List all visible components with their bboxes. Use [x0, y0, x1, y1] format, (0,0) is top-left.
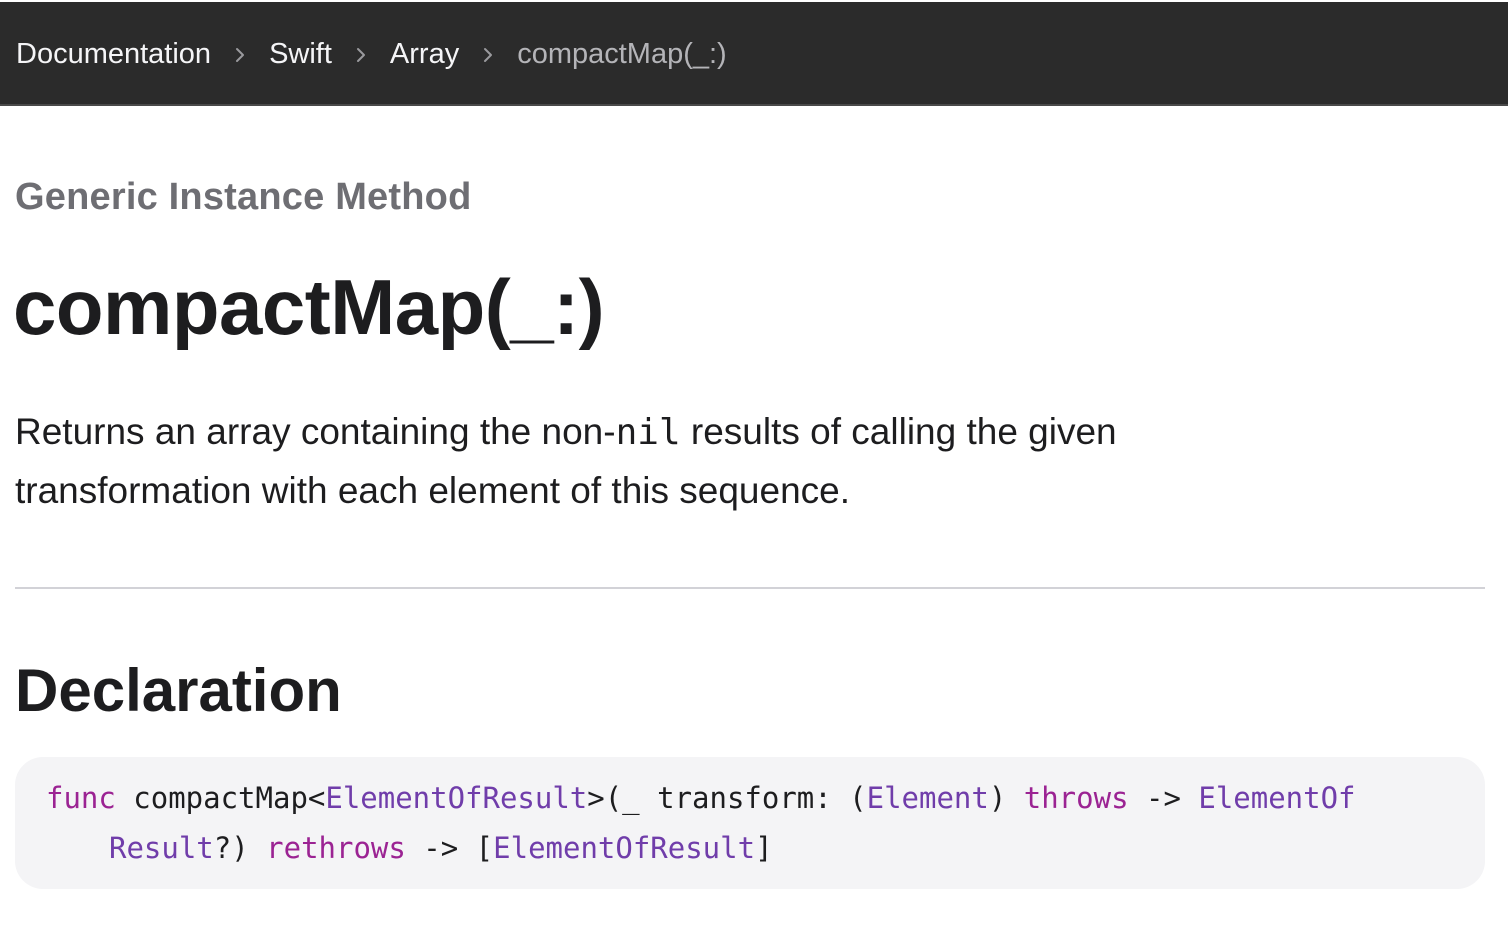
breadcrumb-array[interactable]: Array	[390, 38, 459, 71]
arrow-bracket: -> [	[405, 831, 494, 865]
chevron-right-icon	[332, 41, 390, 67]
page-title: compactMap(_:)	[13, 263, 605, 351]
keyword-rethrows: rethrows	[266, 831, 406, 865]
breadcrumb-current: compactMap(_:)	[517, 37, 727, 70]
abstract: Returns an array containing the non-nil …	[15, 403, 1255, 520]
return-type-part-2[interactable]: Result	[109, 831, 214, 865]
paren-close: )	[988, 781, 1024, 815]
section-divider	[15, 587, 1485, 589]
result-type[interactable]: ElementOfResult	[493, 831, 755, 865]
declaration-line-1: func compactMap<ElementOfResult>(_ trans…	[46, 781, 1356, 815]
optional-marker: ?)	[213, 831, 267, 865]
breadcrumb-documentation[interactable]: Documentation	[16, 38, 211, 71]
declaration-code-block: func compactMap<ElementOfResult>(_ trans…	[15, 757, 1485, 889]
chevron-right-icon	[211, 41, 269, 67]
keyword-func: func	[46, 781, 116, 815]
arrow: ->	[1128, 781, 1199, 815]
breadcrumb: Documentation Swift Array compactMap(_:)	[16, 2, 727, 106]
return-type-part-1[interactable]: ElementOf	[1198, 781, 1355, 815]
bracket-close: ]	[755, 831, 773, 865]
declaration-heading: Declaration	[15, 657, 342, 724]
symbol-kind-eyebrow: Generic Instance Method	[15, 176, 472, 218]
parameter-type[interactable]: Element	[867, 781, 989, 815]
top-navigation-bar: Documentation Swift Array compactMap(_:)	[0, 2, 1508, 106]
abstract-text-start: Returns an array containing the non-	[15, 411, 616, 452]
declaration-line-2: Result?) rethrows -> [ElementOfResult]	[109, 831, 773, 865]
breadcrumb-swift[interactable]: Swift	[269, 38, 332, 71]
parameter-label: >(_ transform: (	[587, 781, 867, 815]
function-name: compactMap<	[115, 781, 326, 815]
keyword-throws: throws	[1023, 781, 1129, 815]
generic-parameter[interactable]: ElementOfResult	[325, 781, 587, 815]
chevron-right-icon	[459, 41, 517, 67]
abstract-inline-code: nil	[615, 412, 681, 453]
